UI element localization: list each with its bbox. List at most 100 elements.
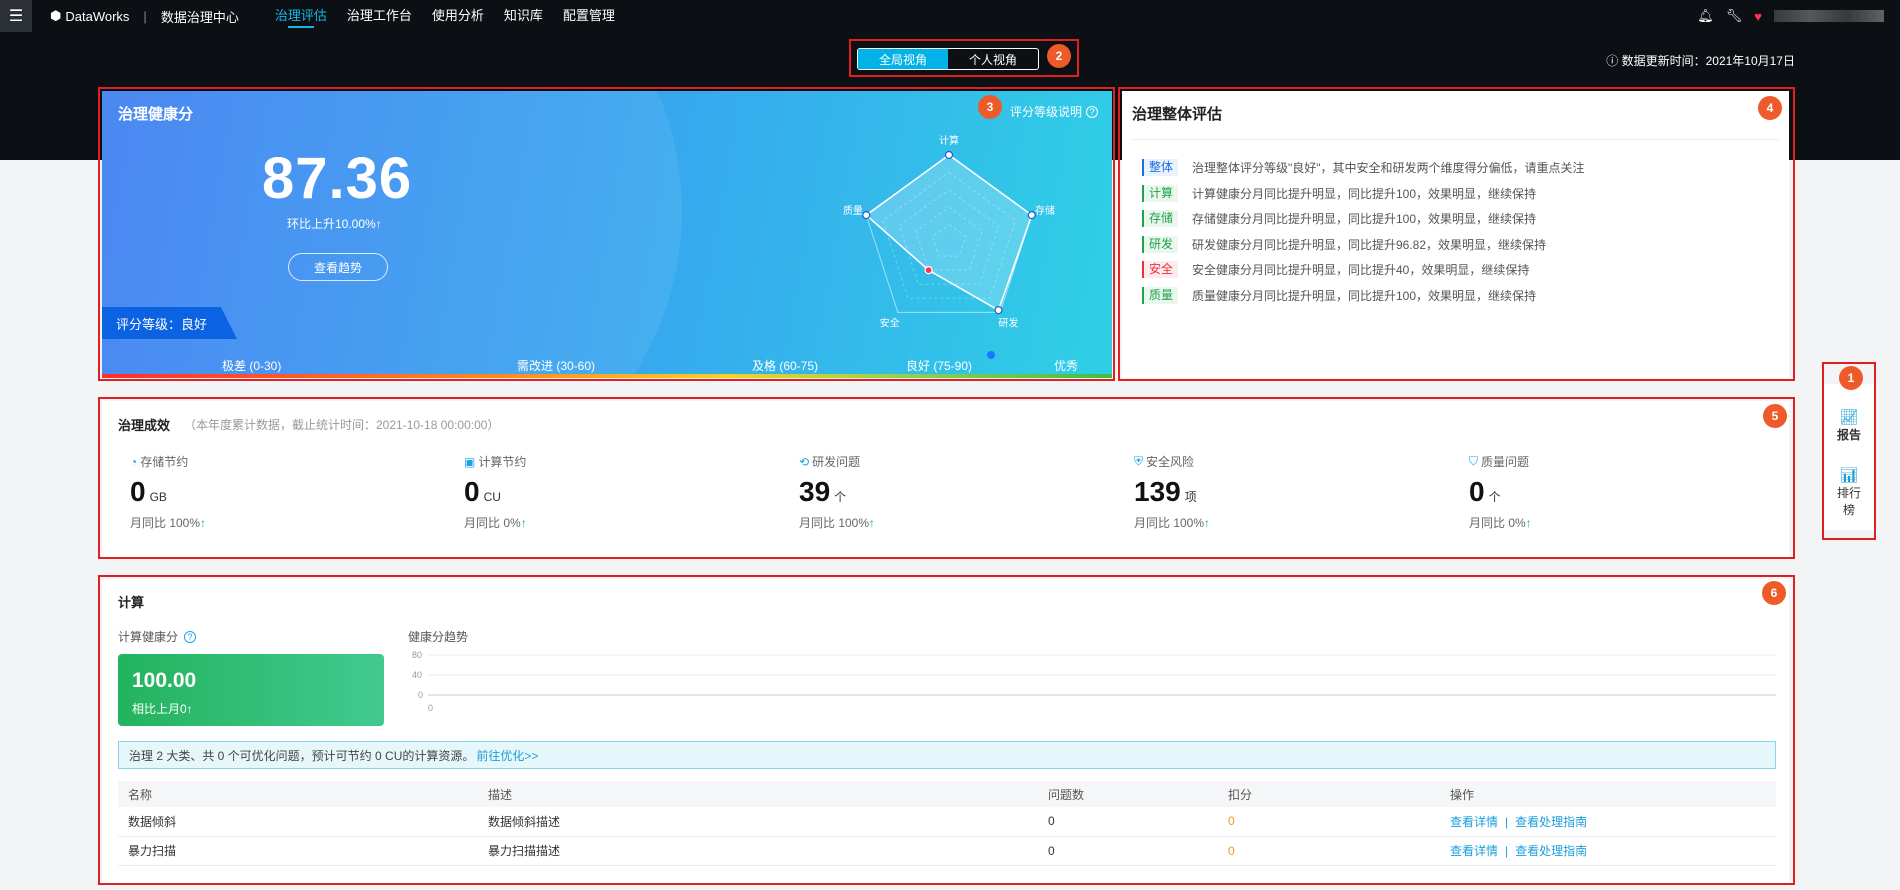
metric-compare: 月同比 100% bbox=[799, 516, 870, 530]
clock-icon: ⓘ bbox=[1606, 54, 1622, 68]
table-header-row: 名称 描述 问题数 扣分 操作 bbox=[118, 781, 1776, 807]
compute-score: 100.00 bbox=[132, 669, 197, 692]
view-guide-link[interactable]: 查看处理指南 bbox=[1515, 844, 1587, 858]
evaluation-row: 存储 存储健康分月同比提升明显，同比提升100，效果明显，继续保持 bbox=[1142, 206, 1585, 232]
side-panel: 📈︎ 报告 📊︎ 排行榜 bbox=[1822, 384, 1876, 530]
optimization-notice: 治理 2 大类、共 0 个可优化问题，预计可节约 0 CU的计算资源。 前往优化… bbox=[118, 741, 1776, 769]
metric-value: 139 bbox=[1134, 476, 1181, 507]
table-row: 暴力扫描 暴力扫描描述 0 0 查看详情 | 查看处理指南 bbox=[118, 836, 1776, 866]
compute-score-label: 计算健康分 ? bbox=[118, 628, 197, 645]
logo-separator: | bbox=[143, 8, 147, 24]
evaluation-text: 研发健康分月同比提升明显，同比提升96.82，效果明显，继续保持 bbox=[1192, 237, 1547, 252]
radar-axis-label: 计算 bbox=[939, 134, 959, 147]
effect-subtitle: （本年度累计数据，截止统计时间：2021-10-18 00:00:00） bbox=[184, 418, 500, 432]
nav-item-governance-workbench[interactable]: 治理工作台 bbox=[347, 0, 412, 32]
help-icon[interactable]: ? bbox=[1086, 105, 1098, 118]
metric-unit: 个 bbox=[1488, 490, 1501, 504]
cell-desc: 暴力扫描描述 bbox=[478, 836, 1038, 866]
module-name: 数据治理中心 bbox=[160, 9, 239, 25]
grade-color-bar bbox=[102, 374, 1112, 378]
grade-scale: 极差 (0-30) 需改进 (30-60) 及格 (60-75) 良好 (75-… bbox=[102, 357, 1112, 373]
view-guide-link[interactable]: 查看处理指南 bbox=[1515, 815, 1587, 829]
cell-count: 0 bbox=[1038, 836, 1218, 866]
user-account-blurred[interactable] bbox=[1774, 10, 1884, 22]
product-logo[interactable]: ⬢ DataWorks | 数据治理中心 bbox=[50, 7, 239, 26]
metric-value: 39 bbox=[799, 476, 831, 507]
evaluation-row: 质量 质量健康分月同比提升明显，同比提升100，效果明显，继续保持 bbox=[1142, 283, 1585, 309]
shield-icon: ⛨ bbox=[1134, 454, 1144, 468]
nav-item-config-management[interactable]: 配置管理 bbox=[563, 0, 615, 32]
evaluation-row: 研发 研发健康分月同比提升明显，同比提升96.82，效果明显，继续保持 bbox=[1142, 232, 1585, 258]
y-tick: 40 bbox=[412, 670, 422, 680]
dimension-tag: 整体 bbox=[1142, 159, 1178, 177]
grade-ribbon: 评分等级：良好 bbox=[102, 307, 238, 339]
table-row: 数据倾斜 数据倾斜描述 0 0 查看详情 | 查看处理指南 bbox=[118, 807, 1776, 837]
metric-label: 计算节约 bbox=[478, 455, 527, 469]
radar-point-4[interactable] bbox=[862, 211, 871, 220]
compute-issues-table: 名称 描述 问题数 扣分 操作 数据倾斜 数据倾斜描述 0 0 查看详情 | 查看处… bbox=[118, 781, 1776, 866]
view-trend-button[interactable]: 查看趋势 bbox=[288, 253, 388, 281]
product-name: DataWorks bbox=[65, 8, 130, 24]
heart-icon[interactable]: ♥ bbox=[1754, 9, 1762, 24]
health-score: 87.36 bbox=[262, 146, 413, 211]
compute-card: 计算 计算健康分 ? 100.00 相比上月0↑ 健康分趋势 80 40 0 0… bbox=[102, 579, 1789, 883]
up-arrow-icon: ↑ bbox=[1525, 516, 1532, 530]
storage-icon: ◔ bbox=[130, 454, 138, 469]
topbar-right: 🔔︎ 🔧︎ ♥ bbox=[1697, 0, 1900, 32]
metric-label: 研发问题 bbox=[812, 455, 861, 469]
personal-view-tab[interactable]: 个人视角 bbox=[948, 49, 1038, 69]
view-detail-link[interactable]: 查看详情 bbox=[1450, 844, 1498, 858]
metric-unit: 个 bbox=[834, 490, 847, 504]
go-optimize-link[interactable]: 前往优化>> bbox=[476, 747, 538, 764]
nav-item-usage-analysis[interactable]: 使用分析 bbox=[432, 0, 484, 32]
action-divider: | bbox=[1505, 814, 1509, 829]
compute-icon: ▣ bbox=[464, 454, 476, 469]
report-button[interactable]: 📈︎ 报告 bbox=[1822, 408, 1876, 443]
wrench-icon[interactable]: 🔧︎ bbox=[1726, 8, 1743, 24]
scale-label-poor: 极差 (0-30) bbox=[222, 359, 282, 373]
metric-label: 存储节约 bbox=[140, 455, 189, 469]
dimension-tag: 质量 bbox=[1142, 286, 1178, 304]
bell-icon[interactable]: 🔔︎ bbox=[1697, 8, 1714, 24]
evaluation-row: 计算 计算健康分月同比提升明显，同比提升100，效果明显，继续保持 bbox=[1142, 181, 1585, 207]
compute-score-card: 100.00 相比上月0↑ bbox=[118, 654, 384, 726]
cell-desc: 数据倾斜描述 bbox=[478, 807, 1038, 837]
radar-point-3[interactable] bbox=[924, 266, 933, 275]
evaluation-title: 治理整体评估 bbox=[1132, 106, 1223, 123]
radar-point-0[interactable] bbox=[944, 150, 954, 160]
evaluation-text: 质量健康分月同比提升明显，同比提升100，效果明显，继续保持 bbox=[1192, 288, 1537, 303]
metric-value: 0 bbox=[1469, 476, 1485, 507]
annotation-badge-4: 4 bbox=[1758, 96, 1782, 120]
health-trend-chart: 80 40 0 0 bbox=[412, 650, 1776, 713]
governance-effect-card: 治理成效 （本年度累计数据，截止统计时间：2021-10-18 00:00:00… bbox=[102, 401, 1789, 557]
metric-label: 安全风险 bbox=[1146, 455, 1195, 469]
radar-axis-label: 安全 bbox=[880, 317, 900, 330]
radar-point-2[interactable] bbox=[994, 306, 1003, 315]
evaluation-text: 计算健康分月同比提升明显，同比提升100，效果明显，继续保持 bbox=[1192, 186, 1537, 201]
global-view-tab[interactable]: 全局视角 bbox=[858, 49, 948, 69]
x-tick: 0 bbox=[428, 703, 433, 713]
update-time-text: 数据更新时间：2021年10月17日 bbox=[1621, 54, 1795, 68]
col-desc: 描述 bbox=[478, 781, 1038, 807]
view-switch: 全局视角 个人视角 bbox=[857, 48, 1039, 70]
hamburger-icon[interactable]: ☰ bbox=[0, 0, 32, 32]
trend-label: 健康分趋势 bbox=[408, 630, 469, 644]
scale-label-pass: 及格 (60-75) bbox=[752, 359, 819, 373]
help-icon[interactable]: ? bbox=[184, 630, 197, 643]
notice-text: 治理 2 大类、共 0 个可优化问题，预计可节约 0 CU的计算资源。 bbox=[129, 748, 475, 763]
ranking-button[interactable]: 📊︎ 排行榜 bbox=[1822, 466, 1876, 518]
report-label: 报告 bbox=[1836, 428, 1861, 442]
metric-security-risk: ⛨ 安全风险 139 项 月同比 100%↑ bbox=[1134, 453, 1434, 531]
annotation-badge-3: 3 bbox=[978, 95, 1002, 119]
metric-storage-saving: ◔ 存储节约 0 GB 月同比 100%↑ bbox=[130, 453, 430, 531]
view-detail-link[interactable]: 查看详情 bbox=[1450, 815, 1498, 829]
grade-description-text: 评分等级说明 bbox=[1009, 105, 1082, 119]
health-score-card: 治理健康分 87.36 环比上升10.00%↑ 查看趋势 评分等级：良好 评分等… bbox=[102, 91, 1112, 378]
metric-quality-issues: ⛉ 质量问题 0个 月同比 0%↑ bbox=[1469, 453, 1769, 531]
scale-label-improve: 需改进 (30-60) bbox=[517, 359, 596, 373]
nav-item-knowledge-base[interactable]: 知识库 bbox=[504, 0, 543, 32]
up-arrow-icon: ↑ bbox=[1204, 516, 1211, 530]
grade-description-link[interactable]: 评分等级说明 ? bbox=[1010, 103, 1098, 120]
nav-item-governance-assessment[interactable]: 治理评估 bbox=[275, 0, 327, 32]
up-arrow-icon: ↑ bbox=[520, 516, 527, 530]
